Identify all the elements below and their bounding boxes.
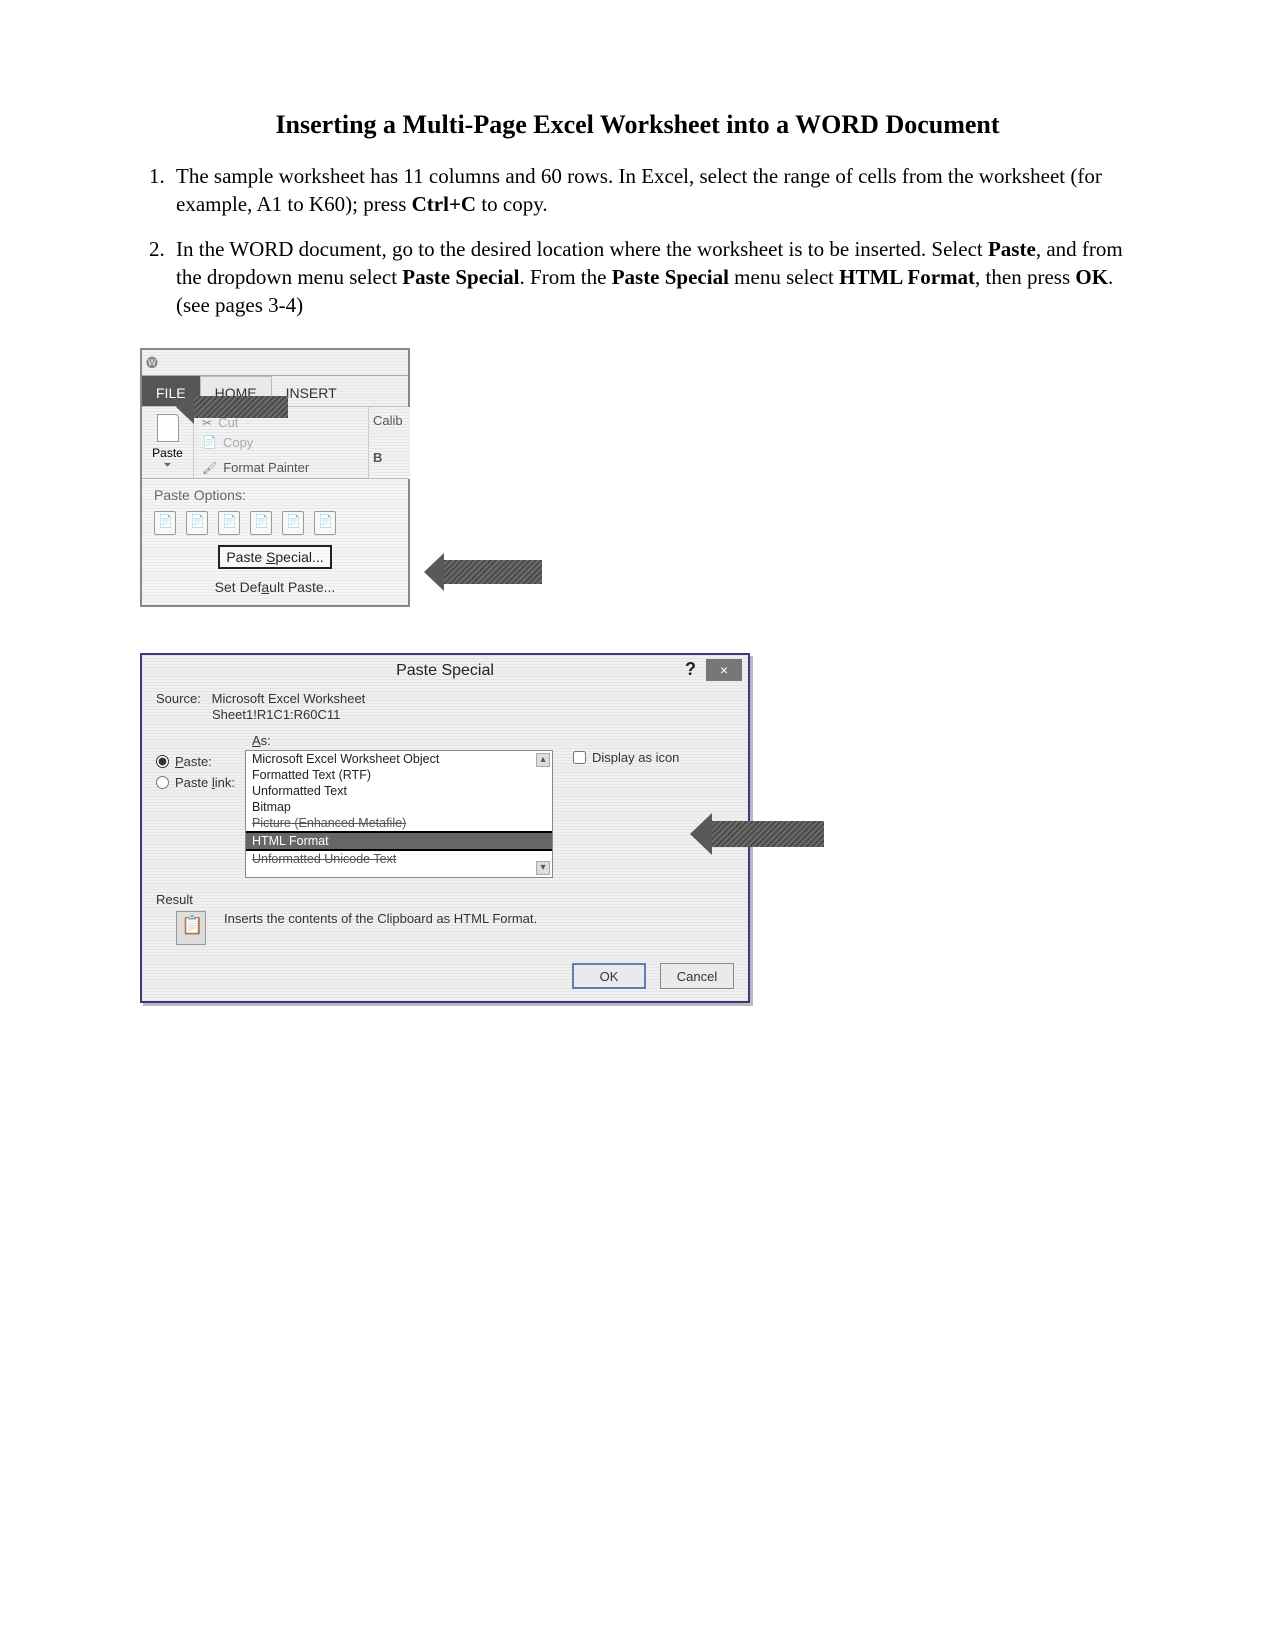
annotation-arrow-paste [194,396,288,418]
step-1: The sample worksheet has 11 columns and … [170,162,1135,219]
step-2-text-i: , then press [975,265,1075,289]
copy-icon: 📄 [202,435,217,449]
step-2-paste: Paste [988,237,1036,261]
step-2-text-e: . From the [520,265,612,289]
word-icon: 🅦 [146,354,158,371]
list-item[interactable]: Unformatted Unicode Text [246,851,552,867]
font-group: Calib B [368,407,410,479]
step-2-ok: OK [1075,265,1108,289]
paste-option-icon[interactable] [154,511,176,535]
paste-dropdown-panel: Paste Options: Paste Special... Set Defa… [142,478,408,605]
paste-option-icon[interactable] [186,511,208,535]
ribbon-figure: 🅦 FILE HOME INSERT Paste ✂ Cut [140,348,410,607]
paste-options-title: Paste Options: [154,487,396,503]
copy-label: Copy [223,435,253,450]
format-listbox[interactable]: Microsoft Excel Worksheet Object Formatt… [245,750,553,878]
list-item[interactable]: Bitmap [246,799,552,815]
source-value: Microsoft Excel Worksheet [212,691,366,706]
step-2-text-g: menu select [729,265,839,289]
set-default-mnemonic: a [261,579,269,595]
paste-special-mnemonic: S [266,549,275,565]
cancel-button[interactable]: Cancel [660,963,734,989]
close-button[interactable]: × [706,659,742,681]
radio-paste-link[interactable]: Paste link: [156,775,235,790]
page-title: Inserting a Multi-Page Excel Worksheet i… [140,110,1135,140]
paste-special-menu-item[interactable]: Paste Special... [218,545,331,569]
radio-paste-input[interactable] [156,755,169,768]
list-item[interactable]: Picture (Enhanced Metafile) [246,815,552,831]
format-painter-icon: 🖌 [202,461,217,475]
paste-special-dialog: Paste Special ? × Source: Microsoft Exce… [140,653,750,1004]
step-1-text-c: to copy. [476,192,548,216]
display-as-icon-input[interactable] [573,751,586,764]
font-name-dropdown[interactable]: Calib [373,413,403,428]
display-as-icon-checkbox[interactable]: Display as icon [573,750,679,765]
list-item[interactable]: Formatted Text (RTF) [246,767,552,783]
source-line: Source: Microsoft Excel Worksheet Sheet1… [156,691,734,724]
close-icon: × [720,662,728,678]
step-2: In the WORD document, go to the desired … [170,235,1135,320]
paste-option-icon[interactable] [250,511,272,535]
scroll-down-icon[interactable]: ▾ [536,861,550,875]
list-item[interactable]: Unformatted Text [246,783,552,799]
step-2-paste-special2: Paste Special [612,265,729,289]
paste-button-label: Paste [152,446,183,460]
annotation-arrow-paste-special [444,560,542,584]
instruction-list: The sample worksheet has 11 columns and … [140,162,1135,320]
step-2-text-a: In the WORD document, go to the desired … [176,237,988,261]
source-label: Source: [156,691,201,706]
step-1-shortcut: Ctrl+C [412,192,476,216]
display-as-icon-label: Display as icon [592,750,679,765]
clipboard-icon [176,911,206,945]
step-2-html-format: HTML Format [839,265,975,289]
radio-paste-link-input[interactable] [156,776,169,789]
result-text: Inserts the contents of the Clipboard as… [224,911,537,926]
list-item-selected-html-format[interactable]: HTML Format [246,831,552,851]
paste-option-icon[interactable] [218,511,240,535]
annotation-arrow-html-format [712,821,824,847]
word-titlebar: 🅦 [142,350,408,376]
bold-button[interactable]: B [373,450,382,465]
paste-dropdown-arrow-icon[interactable] [164,460,172,471]
step-2-paste-special: Paste Special [402,265,519,289]
step-1-text-a: The sample worksheet has 11 columns and … [176,164,1102,216]
paste-option-icon[interactable] [314,511,336,535]
ok-button[interactable]: OK [572,963,646,989]
source-range: Sheet1!R1C1:R60C11 [212,707,340,722]
paste-option-icon[interactable] [282,511,304,535]
radio-paste[interactable]: Paste: [156,754,235,769]
set-default-paste-menu-item[interactable]: Set Default Paste... [154,579,396,595]
scroll-up-icon[interactable]: ▴ [536,753,550,767]
result-label: Result [156,892,734,907]
help-button[interactable]: ? [685,659,696,680]
list-item[interactable]: Microsoft Excel Worksheet Object [246,751,552,767]
format-painter-label: Format Painter [223,460,309,475]
dialog-title: Paste Special [396,662,494,680]
